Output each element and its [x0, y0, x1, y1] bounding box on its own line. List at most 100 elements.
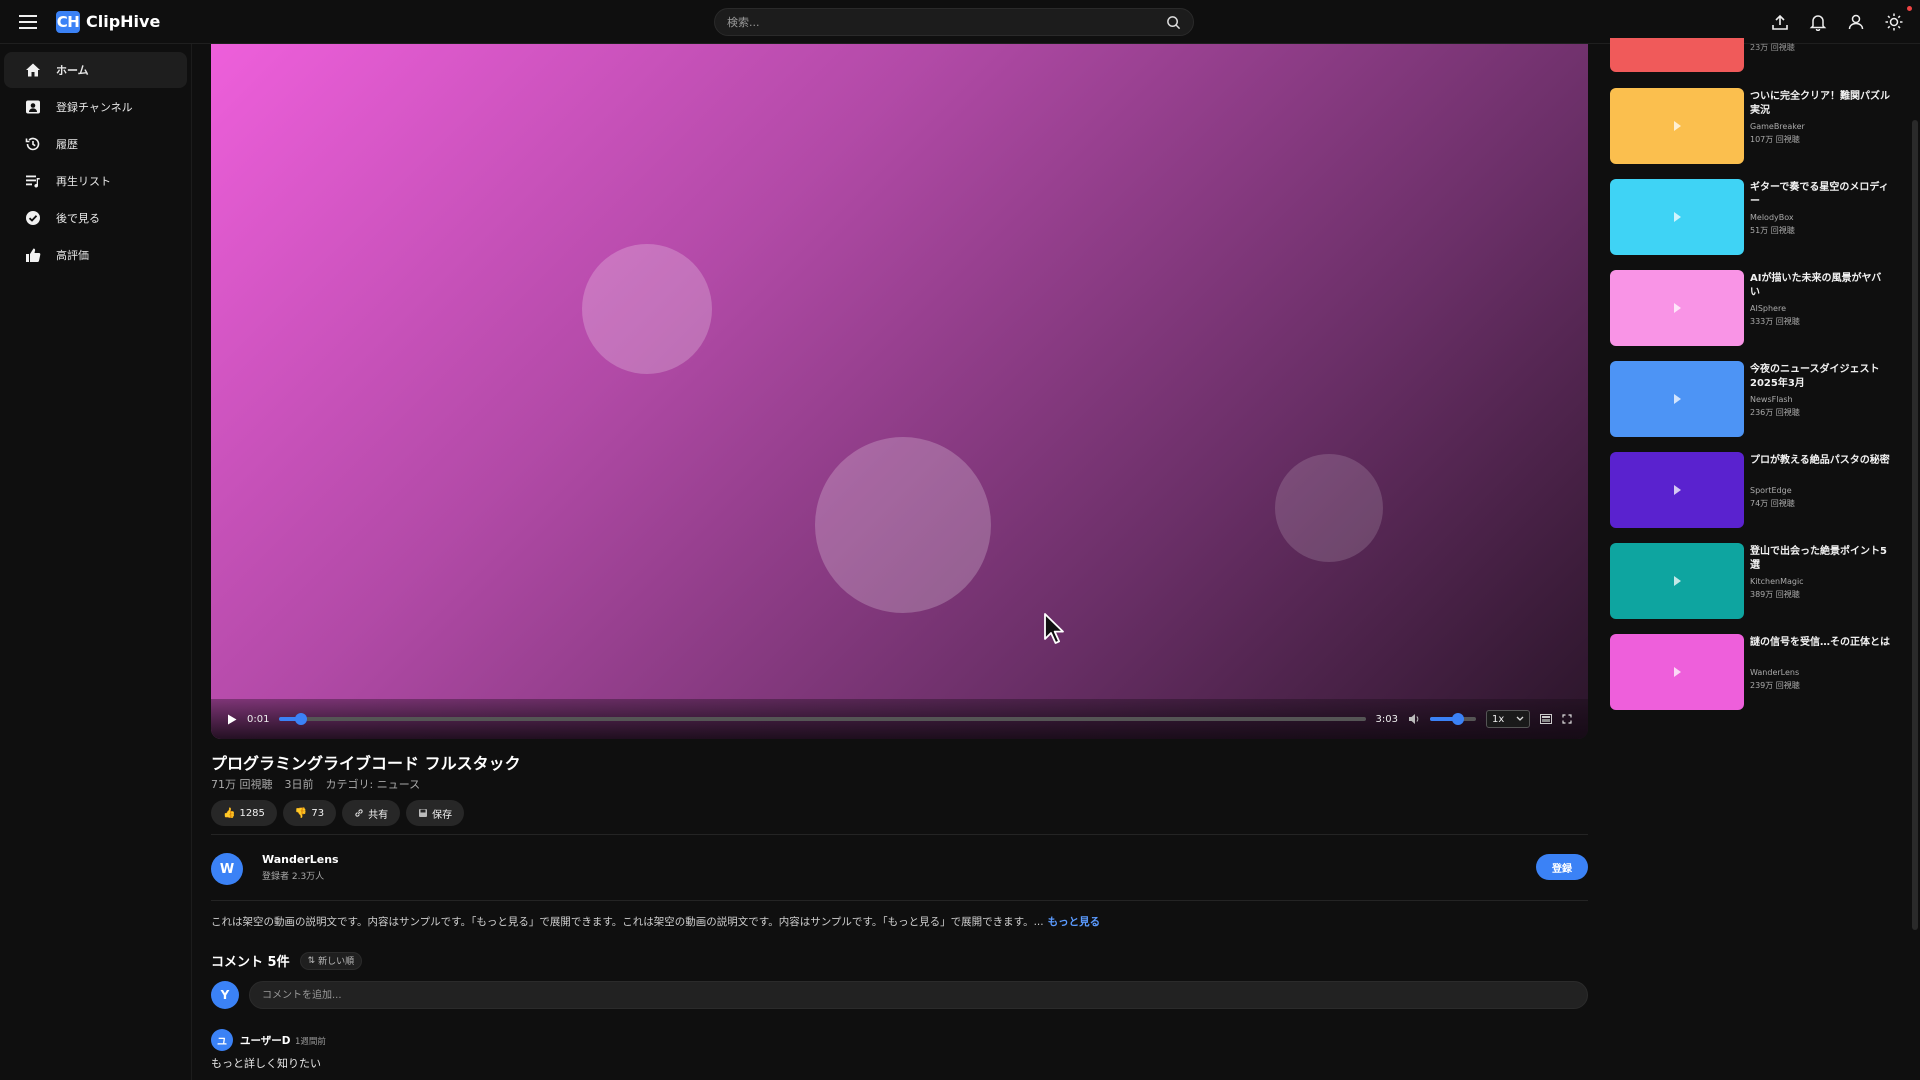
share-label: 共有 [368, 809, 389, 821]
related-title[interactable]: プロが教える絶品パスタの秘密 [1750, 454, 1890, 468]
related-title[interactable]: ギターで奏でる星空のメロディー [1750, 181, 1890, 209]
watch-later-icon [26, 211, 40, 225]
related-video-item[interactable]: ギターで奏でる星空のメロディー MelodyBox 51万 回視聴 [1610, 179, 1890, 255]
like-count: 1285 [239, 807, 265, 819]
miniplayer-icon[interactable] [1540, 714, 1552, 724]
video-actions: 👍 1285 👎 73 共有 保存 [211, 800, 465, 826]
history-icon [25, 137, 40, 151]
logo[interactable]: CH ClipHive [56, 10, 161, 33]
related-views: 107万 回視聴 [1750, 135, 1800, 144]
progress-handle[interactable] [295, 713, 308, 725]
related-video-item[interactable]: 登山で出会った絶景ポイント5選 KitchenMagic 389万 回視聴 [1610, 543, 1890, 619]
related-title[interactable]: 謎の信号を受信…その正体とは [1750, 636, 1890, 650]
play-icon[interactable] [227, 714, 237, 725]
volume-handle[interactable] [1451, 713, 1464, 725]
account-button[interactable] [1846, 12, 1866, 32]
related-video-item[interactable]: AIが描いた未来の風景がヤバい AISphere 333万 回視聴 [1610, 270, 1890, 346]
sort-icon: ⇅ [307, 955, 316, 966]
related-video-item[interactable]: ついに完全クリア！難関パズル実況 GameBreaker 107万 回視聴 [1610, 88, 1890, 164]
related-thumbnail[interactable] [1610, 361, 1744, 437]
commenter-name[interactable]: ユーザーD [240, 1033, 291, 1048]
related-thumbnail[interactable] [1610, 179, 1744, 255]
current-time: 0:01 [247, 713, 270, 725]
notifications-button[interactable] [1808, 12, 1828, 32]
save-label: 保存 [432, 809, 453, 821]
related-title[interactable]: 登山で出会った絶景ポイント5選 [1750, 545, 1890, 573]
related-title[interactable]: 今夜のニュースダイジェスト 2025年3月 [1750, 363, 1890, 391]
upload-button[interactable] [1770, 12, 1790, 32]
volume-icon[interactable] [1408, 713, 1420, 725]
related-views: 236万 回視聴 [1750, 408, 1800, 417]
bell-icon [1809, 15, 1827, 31]
chevron-down-icon [1516, 716, 1524, 721]
related-video-item[interactable]: 今夜のニュースダイジェスト 2025年3月 NewsFlash 236万 回視聴 [1610, 361, 1890, 437]
divider [211, 900, 1588, 901]
related-channel: AISphere [1750, 304, 1787, 313]
subscribe-button[interactable]: 登録 [1536, 854, 1588, 880]
related-title[interactable]: AIが描いた未来の風景がヤバい [1750, 272, 1890, 300]
related-video-item[interactable]: 謎の信号を受信…その正体とは WanderLens 239万 回視聴 [1610, 634, 1890, 710]
like-button[interactable]: 👍 1285 [211, 800, 277, 826]
play-icon [1673, 303, 1681, 313]
related-views: 51万 回視聴 [1750, 226, 1795, 235]
related-channel: MelodyBox [1750, 213, 1794, 222]
notification-dot [1907, 6, 1912, 11]
thumbs-up-icon: 👍 [223, 807, 236, 819]
sidebar-item-liked[interactable]: 高評価 [4, 237, 187, 273]
page-scrollbar[interactable] [1912, 120, 1918, 930]
video-player[interactable]: 0:01 3:03 1x [211, 44, 1588, 739]
related-video-item[interactable]: プロが教える絶品パスタの秘密 SportEdge 74万 回視聴 [1610, 452, 1890, 528]
duration: 3:03 [1375, 713, 1398, 725]
related-title[interactable]: ついに完全クリア！難関パズル実況 [1750, 90, 1890, 118]
volume-slider[interactable] [1430, 713, 1476, 725]
related-thumbnail[interactable] [1610, 88, 1744, 164]
upload-age: 3日前 [284, 778, 314, 791]
channel-avatar[interactable]: W [211, 853, 243, 885]
decorative-bubble [815, 437, 991, 613]
related-thumbnail-partial[interactable] [1610, 38, 1744, 72]
sidebar-item-watch-later[interactable]: 後で見る [4, 200, 187, 236]
comment-input[interactable] [249, 981, 1588, 1009]
save-icon [419, 809, 428, 817]
commenter-avatar[interactable]: ユ [211, 1029, 233, 1051]
category: カテゴリ: ニュース [325, 778, 421, 791]
playback-speed-select[interactable]: 1x [1486, 710, 1530, 728]
search-input[interactable] [727, 15, 1166, 29]
sidebar-item-playlists[interactable]: 再生リスト [4, 163, 187, 199]
related-channel: KitchenMagic [1750, 577, 1804, 586]
comments-header: コメント 5件 ⇅ 新しい順 [211, 951, 363, 970]
sidebar-item-history[interactable]: 履歴 [4, 126, 187, 162]
channel-name[interactable]: WanderLens [262, 853, 339, 866]
related-channel: SportEdge [1750, 486, 1792, 495]
comment-time: 1週間前 [295, 1037, 326, 1047]
related-channel: WanderLens [1750, 668, 1800, 677]
progress-bar[interactable] [279, 713, 1366, 725]
share-button[interactable]: 共有 [342, 800, 401, 826]
dislike-button[interactable]: 👎 73 [282, 800, 337, 826]
theme-toggle-button[interactable] [1884, 6, 1912, 32]
description-text: これは架空の動画の説明文です。内容はサンプルです。「もっと見る」で展開できます。… [211, 916, 1044, 928]
search-icon[interactable] [1166, 15, 1181, 30]
sidebar-item-subscriptions[interactable]: 登録チャンネル [4, 89, 187, 125]
mouse-cursor-icon [1044, 613, 1064, 644]
related-thumbnail[interactable] [1610, 543, 1744, 619]
menu-button[interactable] [0, 0, 56, 44]
dislike-count: 73 [311, 807, 325, 819]
sun-icon [1885, 13, 1903, 31]
show-more-link[interactable]: もっと見る [1048, 916, 1101, 928]
video-meta: 71万 回視聴 3日前 カテゴリ: ニュース [211, 776, 420, 792]
player-controls: 0:01 3:03 1x [211, 699, 1588, 739]
upload-icon [1772, 14, 1788, 30]
sidebar-item-label: ホーム [56, 64, 89, 77]
sidebar-item-home[interactable]: ホーム [4, 52, 187, 88]
related-thumbnail[interactable] [1610, 452, 1744, 528]
app-name: ClipHive [86, 12, 161, 31]
play-icon [1673, 485, 1681, 495]
save-button[interactable]: 保存 [406, 800, 465, 826]
fullscreen-icon[interactable] [1562, 714, 1572, 724]
play-icon [1673, 667, 1681, 677]
related-thumbnail[interactable] [1610, 270, 1744, 346]
comment-count: コメント 5件 [211, 955, 290, 970]
related-thumbnail[interactable] [1610, 634, 1744, 710]
sort-button[interactable]: ⇅ 新しい順 [299, 951, 363, 970]
